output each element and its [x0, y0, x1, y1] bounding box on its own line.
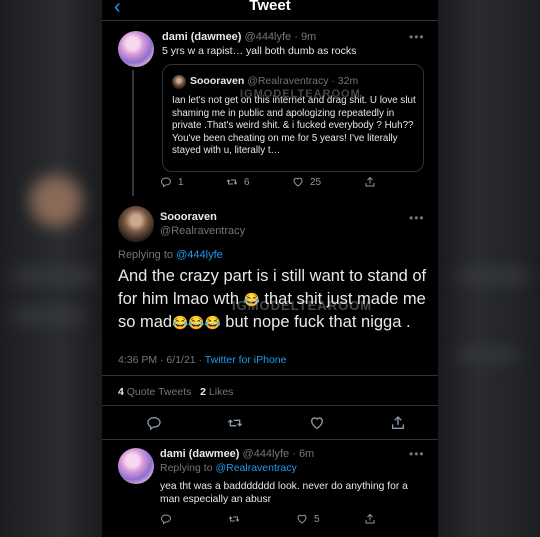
avatar	[172, 75, 186, 89]
avatar[interactable]	[118, 448, 154, 484]
divider	[102, 405, 438, 406]
tweet-text: 5 yrs w a rapist… yall both dumb as rock…	[162, 45, 357, 57]
tweet-author: Soooraven @Realraventracy · 32m	[190, 75, 358, 87]
handle-time: @444lyfe · 9m	[244, 31, 317, 43]
tweet-author: Soooraven	[160, 211, 217, 223]
share-icon	[365, 513, 375, 524]
right-blur-backdrop	[438, 0, 540, 537]
blur-avatar	[30, 175, 82, 227]
retweet-icon	[228, 516, 240, 522]
laughing-emoji-icon: 😂	[204, 315, 221, 330]
blur-text	[458, 350, 518, 360]
display-name[interactable]: Soooraven	[160, 211, 217, 223]
display-name: Soooraven	[190, 75, 245, 87]
top-bar: ‹ Tweet	[102, 0, 438, 21]
blur-text	[14, 310, 84, 322]
tweet-actions: 1 6 25	[160, 176, 430, 188]
display-name[interactable]: dami (dawmee)	[160, 448, 239, 460]
reply-button[interactable]	[160, 513, 228, 525]
like-count: 5	[314, 513, 320, 525]
tweet-author: dami (dawmee) @444lyfe · 9m	[162, 31, 316, 43]
tweet-fragment: for him lmao wth	[118, 290, 240, 308]
share-icon[interactable]	[390, 415, 406, 431]
laughing-emoji-icon: 😂	[172, 315, 189, 330]
handle-time: @Realraventracy · 32m	[247, 75, 359, 87]
tweet-text: yea tht was a baddddddd look. never do a…	[160, 481, 408, 505]
more-icon[interactable]: •••	[409, 211, 425, 225]
tweet-fragment: but nope fuck that nigga .	[225, 313, 411, 331]
quoted-text: Ian let's not get on this internet and d…	[172, 95, 416, 157]
watermark: IGMODELTEAROOM	[232, 298, 373, 313]
display-name[interactable]: dami (dawmee)	[162, 31, 241, 43]
retweet-button[interactable]	[228, 513, 296, 525]
tweet-line: And the crazy part is i still want to st…	[118, 267, 427, 285]
share-button[interactable]	[364, 176, 376, 188]
engagement-stats: 4 Quote Tweets 2 Likes	[118, 386, 233, 398]
tweet-meta: 4:36 PM · 6/1/21 · Twitter for iPhone	[118, 354, 286, 366]
laughing-emoji-icon: 😂	[188, 315, 205, 330]
watermark: IGMODELTEAROOM	[240, 88, 361, 100]
like-count: 25	[310, 176, 322, 188]
replying-to: Replying to @Realraventracy	[160, 462, 297, 474]
quote-label: Quote Tweets	[126, 386, 192, 398]
tweet-actions: 5	[160, 513, 430, 525]
retweet-button[interactable]: 6	[226, 176, 292, 188]
like-count: 2	[200, 386, 206, 398]
client-link[interactable]: Twitter for iPhone	[205, 354, 287, 366]
share-button[interactable]	[364, 513, 376, 525]
divider	[102, 375, 438, 376]
blur-text	[458, 270, 528, 282]
divider	[102, 439, 438, 440]
reply-icon	[160, 514, 172, 525]
avatar[interactable]	[118, 206, 154, 242]
handle[interactable]: @Realraventracy	[160, 225, 245, 237]
tweet-screen: ‹ Tweet dami (dawmee) @444lyfe · 9m ••• …	[102, 0, 438, 537]
page-title: Tweet	[249, 0, 291, 14]
quoted-tweet[interactable]: Soooraven @Realraventracy · 32m Ian let'…	[162, 64, 424, 172]
tweet-author: dami (dawmee) @444lyfe · 6m	[160, 448, 314, 460]
avatar[interactable]	[118, 31, 154, 67]
likes-label: Likes	[208, 386, 234, 398]
handle-time: @444lyfe · 6m	[242, 448, 315, 460]
replying-prefix: Replying to	[118, 249, 174, 261]
share-icon	[365, 176, 375, 187]
quote-count: 4	[118, 386, 124, 398]
likes-link[interactable]: 2 Likes	[200, 386, 233, 398]
left-blur-backdrop	[0, 0, 102, 537]
timestamp: 4:36 PM · 6/1/21 ·	[118, 354, 203, 366]
like-icon	[293, 177, 303, 187]
like-button[interactable]: 25	[292, 176, 364, 188]
retweet-icon	[226, 179, 238, 185]
reply-icon	[160, 177, 172, 188]
thread-line	[132, 70, 134, 196]
blur-text	[14, 270, 94, 282]
retweet-count: 6	[244, 176, 250, 188]
reply-button[interactable]: 1	[160, 176, 226, 188]
more-icon[interactable]: •••	[409, 447, 425, 461]
reply-icon[interactable]	[146, 415, 162, 431]
more-icon[interactable]: •••	[409, 30, 425, 44]
quote-tweets-link[interactable]: 4 Quote Tweets	[118, 386, 194, 398]
like-button[interactable]: 5	[296, 513, 364, 525]
replying-prefix: Replying to	[160, 462, 213, 474]
replying-handle-link[interactable]: @444lyfe	[176, 249, 223, 261]
main-tweet-actions	[146, 415, 406, 431]
retweet-icon[interactable]	[227, 415, 243, 431]
like-icon[interactable]	[309, 415, 325, 431]
replying-to: Replying to @444lyfe	[118, 249, 223, 261]
replying-handle-link[interactable]: @Realraventracy	[215, 462, 296, 474]
tweet-line: so mad😂😂😂 but nope fuck that nigga .	[118, 311, 428, 334]
like-icon	[297, 514, 307, 524]
tweet-fragment: so mad	[118, 313, 173, 331]
reply-count: 1	[178, 176, 184, 188]
